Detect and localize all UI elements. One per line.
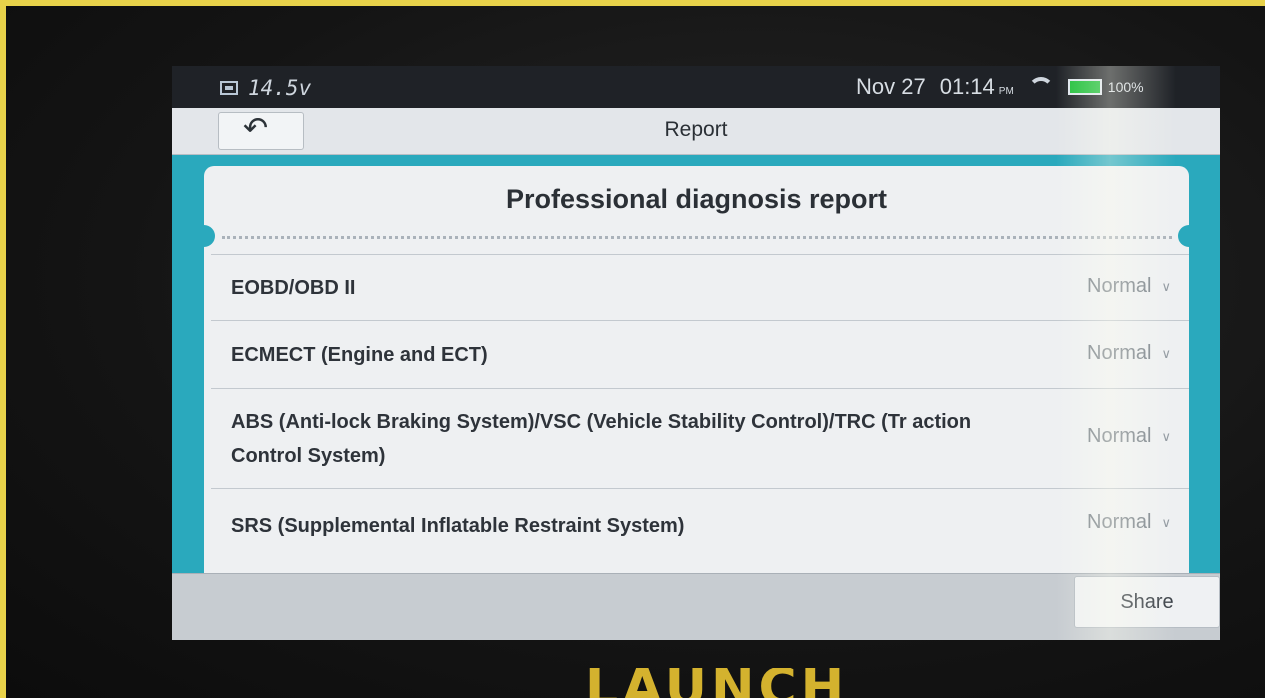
report-title: Professional diagnosis report xyxy=(505,184,888,214)
status-time: 01:14 xyxy=(939,74,995,99)
frame-edge-left xyxy=(0,0,6,698)
report-row[interactable]: EOBD/OBD II Normal ∨ xyxy=(211,254,1189,321)
chevron-down-icon: ∨ xyxy=(1161,345,1171,361)
chevron-down-icon: ∨ xyxy=(1161,428,1171,444)
system-status[interactable]: Normal ∨ xyxy=(1087,511,1171,534)
system-name: ECMECT (Engine and ECT) xyxy=(231,344,488,366)
share-button[interactable]: Share xyxy=(1074,576,1220,628)
title-divider xyxy=(222,236,1172,239)
chevron-down-icon: ∨ xyxy=(1161,514,1171,530)
system-status[interactable]: Normal ∨ xyxy=(1087,425,1171,448)
wifi-icon xyxy=(1027,77,1054,97)
battery-percent: 100% xyxy=(1107,79,1144,95)
status-label: Normal xyxy=(1087,275,1152,297)
system-status[interactable]: Normal ∨ xyxy=(1087,342,1171,365)
status-date: Nov 27 xyxy=(856,74,926,99)
chevron-down-icon: ∨ xyxy=(1161,278,1171,294)
status-time-group: 01:14 PM xyxy=(940,74,1014,100)
status-label: Normal xyxy=(1087,342,1152,364)
bottom-bar: Share xyxy=(172,573,1220,640)
status-ampm: PM xyxy=(998,86,1014,97)
frame-edge xyxy=(0,0,1265,6)
system-name: SRS (Supplemental Inflatable Restraint S… xyxy=(231,515,685,537)
status-left: 14.5v xyxy=(220,76,311,100)
system-name: ABS (Anti-lock Braking System)/VSC (Vehi… xyxy=(231,411,972,467)
card-notch-left xyxy=(204,225,215,247)
device-screen: 14.5v Nov 27 01:14 PM 100% ↶ Report Prof… xyxy=(172,66,1220,640)
card-notch-right xyxy=(1178,225,1189,247)
report-row[interactable]: ECMECT (Engine and ECT) Normal ∨ xyxy=(211,320,1189,389)
battery-indicator: 100% xyxy=(1067,79,1144,95)
system-status[interactable]: Normal ∨ xyxy=(1087,275,1171,298)
page-title: Report xyxy=(664,118,728,141)
status-label: Normal xyxy=(1087,511,1152,533)
status-label: Normal xyxy=(1087,425,1152,447)
voltage-readout: 14.5v xyxy=(248,76,312,100)
system-name: EOBD/OBD II xyxy=(231,277,356,299)
report-card: Professional diagnosis report EOBD/OBD I… xyxy=(204,166,1189,586)
top-bar: ↶ Report xyxy=(172,108,1220,155)
status-bar: 14.5v Nov 27 01:14 PM 100% xyxy=(172,66,1220,108)
status-right: Nov 27 01:14 PM 100% xyxy=(856,74,1144,100)
report-row[interactable]: SRS (Supplemental Inflatable Restraint S… xyxy=(211,488,1189,586)
report-row[interactable]: ABS (Anti-lock Braking System)/VSC (Vehi… xyxy=(211,388,1189,489)
battery-icon xyxy=(1067,79,1102,95)
device-brand-logo: LAUNCH xyxy=(585,668,849,698)
car-battery-icon xyxy=(220,81,238,95)
